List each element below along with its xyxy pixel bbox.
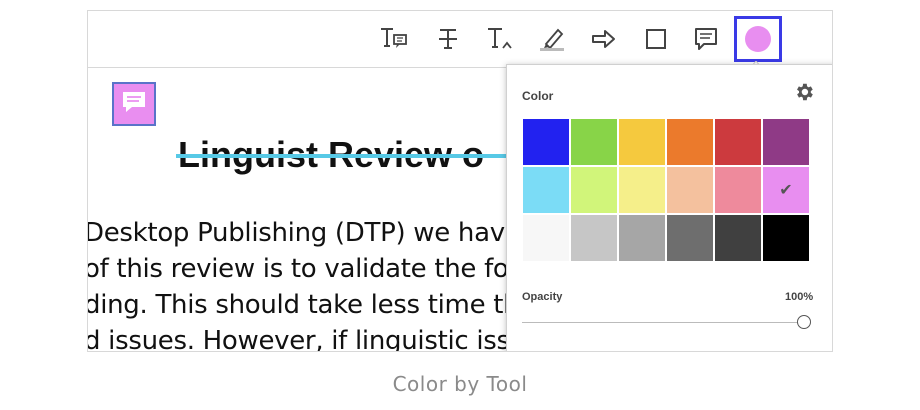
color-popup: Color ✔ Opacity 100% [506,64,832,351]
highlighter-icon [538,26,566,52]
document-line-3: ding. This should take less time thar [87,290,546,320]
text-comment-icon [379,26,409,52]
color-swatch[interactable] [570,118,618,166]
color-swatch[interactable] [570,214,618,262]
color-swatch[interactable] [714,118,762,166]
color-swatch[interactable] [666,166,714,214]
color-swatch[interactable] [618,118,666,166]
color-swatch[interactable] [570,166,618,214]
figure-caption: Color by Tool [392,372,528,396]
color-swatch[interactable] [714,166,762,214]
comment-icon [120,89,148,120]
strikethrough-annotation[interactable] [176,154,506,158]
color-circle-icon [745,26,771,52]
color-swatch[interactable] [666,214,714,262]
color-swatch[interactable]: ✔ [762,166,810,214]
sticky-note-icon [693,26,719,52]
opacity-slider-thumb[interactable] [797,315,811,329]
color-swatch[interactable] [522,214,570,262]
opacity-label: Opacity [522,291,563,303]
color-swatch[interactable] [666,118,714,166]
opacity-value: 100% [785,291,814,303]
color-swatch[interactable] [762,214,810,262]
annotation-toolbar [88,11,832,68]
color-swatch-grid: ✔ [522,118,810,262]
rectangle-icon [644,27,668,51]
app-window: Linguist Review o Desktop Publishing (DT… [87,10,833,352]
arrow-icon [591,28,617,50]
highlighter-button[interactable] [534,23,570,55]
color-swatch[interactable] [618,214,666,262]
sticky-note-button[interactable] [688,23,724,55]
color-swatch[interactable] [618,166,666,214]
document-line-2: of this review is to validate the forr [87,254,529,284]
note-annotation[interactable] [112,82,156,126]
color-swatch[interactable] [522,166,570,214]
insert-text-button[interactable] [482,23,518,55]
document-line-4: d issues. However, if linguistic issue [87,326,542,352]
color-label: Color [522,89,554,103]
gear-icon[interactable] [793,81,815,103]
strikethrough-icon [436,26,460,52]
color-swatch[interactable] [522,118,570,166]
color-button[interactable] [734,16,782,62]
opacity-slider-track[interactable] [522,322,804,323]
strikethrough-button[interactable] [430,23,466,55]
arrow-button[interactable] [586,23,622,55]
checkmark-icon: ✔ [779,182,793,199]
text-comment-button[interactable] [376,23,412,55]
color-swatch[interactable] [762,118,810,166]
document-line-1: Desktop Publishing (DTP) we have li [87,218,543,248]
insert-text-icon [486,26,514,52]
color-swatch[interactable] [714,214,762,262]
rectangle-button[interactable] [638,23,674,55]
